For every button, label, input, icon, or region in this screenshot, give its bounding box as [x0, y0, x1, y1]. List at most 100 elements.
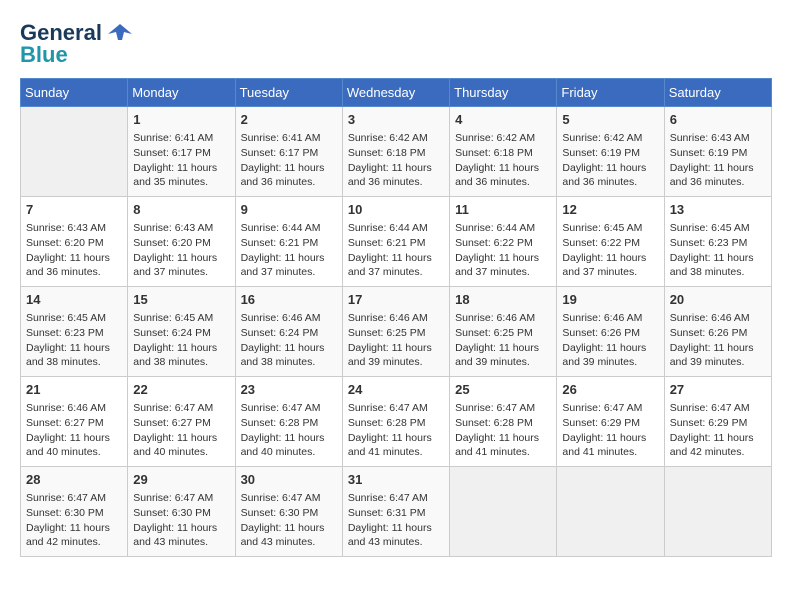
calendar-week-5: 28Sunrise: 6:47 AMSunset: 6:30 PMDayligh…	[21, 467, 772, 557]
cell-text: Sunrise: 6:47 AM	[670, 401, 766, 416]
day-number: 7	[26, 201, 122, 219]
day-number: 6	[670, 111, 766, 129]
day-number: 17	[348, 291, 444, 309]
cell-text: Sunrise: 6:44 AM	[455, 221, 551, 236]
cell-text: and 41 minutes.	[348, 445, 444, 460]
calendar-cell: 8Sunrise: 6:43 AMSunset: 6:20 PMDaylight…	[128, 197, 235, 287]
day-number: 31	[348, 471, 444, 489]
calendar-cell: 15Sunrise: 6:45 AMSunset: 6:24 PMDayligh…	[128, 287, 235, 377]
calendar-cell	[557, 467, 664, 557]
cell-text: and 41 minutes.	[455, 445, 551, 460]
cell-text: and 42 minutes.	[670, 445, 766, 460]
cell-text: and 38 minutes.	[133, 355, 229, 370]
calendar-cell: 19Sunrise: 6:46 AMSunset: 6:26 PMDayligh…	[557, 287, 664, 377]
logo: General Blue	[20, 20, 136, 68]
cell-text: Daylight: 11 hours	[562, 251, 658, 266]
day-number: 12	[562, 201, 658, 219]
cell-text: and 37 minutes.	[455, 265, 551, 280]
cell-text: Sunset: 6:29 PM	[670, 416, 766, 431]
day-number: 18	[455, 291, 551, 309]
cell-text: Daylight: 11 hours	[562, 341, 658, 356]
logo-blue: Blue	[20, 42, 68, 68]
cell-text: Daylight: 11 hours	[348, 341, 444, 356]
cell-text: and 36 minutes.	[348, 175, 444, 190]
day-number: 9	[241, 201, 337, 219]
cell-text: Sunrise: 6:47 AM	[133, 491, 229, 506]
calendar-cell: 7Sunrise: 6:43 AMSunset: 6:20 PMDaylight…	[21, 197, 128, 287]
cell-text: Sunrise: 6:43 AM	[670, 131, 766, 146]
cell-text: and 36 minutes.	[241, 175, 337, 190]
cell-text: Sunrise: 6:45 AM	[26, 311, 122, 326]
day-number: 5	[562, 111, 658, 129]
page-header: General Blue	[20, 20, 772, 68]
day-number: 10	[348, 201, 444, 219]
calendar-cell: 22Sunrise: 6:47 AMSunset: 6:27 PMDayligh…	[128, 377, 235, 467]
cell-text: Daylight: 11 hours	[455, 161, 551, 176]
cell-text: Daylight: 11 hours	[241, 341, 337, 356]
day-number: 27	[670, 381, 766, 399]
cell-text: and 36 minutes.	[562, 175, 658, 190]
cell-text: and 40 minutes.	[26, 445, 122, 460]
day-number: 30	[241, 471, 337, 489]
cell-text: Sunrise: 6:42 AM	[455, 131, 551, 146]
cell-text: and 38 minutes.	[241, 355, 337, 370]
day-number: 16	[241, 291, 337, 309]
cell-text: and 43 minutes.	[133, 535, 229, 550]
cell-text: and 40 minutes.	[241, 445, 337, 460]
day-number: 2	[241, 111, 337, 129]
calendar-cell: 14Sunrise: 6:45 AMSunset: 6:23 PMDayligh…	[21, 287, 128, 377]
cell-text: Sunrise: 6:47 AM	[562, 401, 658, 416]
cell-text: and 39 minutes.	[348, 355, 444, 370]
cell-text: Sunset: 6:20 PM	[26, 236, 122, 251]
day-number: 11	[455, 201, 551, 219]
calendar-cell: 23Sunrise: 6:47 AMSunset: 6:28 PMDayligh…	[235, 377, 342, 467]
cell-text: Sunrise: 6:46 AM	[26, 401, 122, 416]
cell-text: Daylight: 11 hours	[455, 251, 551, 266]
cell-text: Daylight: 11 hours	[670, 431, 766, 446]
cell-text: Sunset: 6:17 PM	[241, 146, 337, 161]
cell-text: Sunset: 6:19 PM	[670, 146, 766, 161]
calendar-cell: 24Sunrise: 6:47 AMSunset: 6:28 PMDayligh…	[342, 377, 449, 467]
cell-text: and 36 minutes.	[670, 175, 766, 190]
cell-text: Daylight: 11 hours	[133, 341, 229, 356]
day-number: 24	[348, 381, 444, 399]
cell-text: Sunrise: 6:43 AM	[26, 221, 122, 236]
cell-text: and 35 minutes.	[133, 175, 229, 190]
cell-text: and 39 minutes.	[562, 355, 658, 370]
cell-text: Daylight: 11 hours	[133, 431, 229, 446]
cell-text: and 39 minutes.	[670, 355, 766, 370]
calendar-week-2: 7Sunrise: 6:43 AMSunset: 6:20 PMDaylight…	[21, 197, 772, 287]
cell-text: Sunrise: 6:47 AM	[133, 401, 229, 416]
day-number: 1	[133, 111, 229, 129]
cell-text: Sunset: 6:27 PM	[133, 416, 229, 431]
calendar-cell: 18Sunrise: 6:46 AMSunset: 6:25 PMDayligh…	[450, 287, 557, 377]
cell-text: Sunrise: 6:47 AM	[26, 491, 122, 506]
cell-text: Sunset: 6:22 PM	[562, 236, 658, 251]
weekday-header-friday: Friday	[557, 79, 664, 107]
weekday-header-tuesday: Tuesday	[235, 79, 342, 107]
cell-text: Daylight: 11 hours	[348, 431, 444, 446]
cell-text: Sunset: 6:22 PM	[455, 236, 551, 251]
weekday-header-wednesday: Wednesday	[342, 79, 449, 107]
calendar-cell: 26Sunrise: 6:47 AMSunset: 6:29 PMDayligh…	[557, 377, 664, 467]
cell-text: Sunset: 6:26 PM	[670, 326, 766, 341]
cell-text: Sunrise: 6:47 AM	[241, 491, 337, 506]
calendar-cell: 20Sunrise: 6:46 AMSunset: 6:26 PMDayligh…	[664, 287, 771, 377]
calendar-cell: 29Sunrise: 6:47 AMSunset: 6:30 PMDayligh…	[128, 467, 235, 557]
weekday-header-sunday: Sunday	[21, 79, 128, 107]
cell-text: Sunset: 6:23 PM	[26, 326, 122, 341]
day-number: 4	[455, 111, 551, 129]
day-number: 25	[455, 381, 551, 399]
cell-text: Sunset: 6:28 PM	[348, 416, 444, 431]
calendar-cell	[450, 467, 557, 557]
calendar-cell: 5Sunrise: 6:42 AMSunset: 6:19 PMDaylight…	[557, 107, 664, 197]
cell-text: and 41 minutes.	[562, 445, 658, 460]
cell-text: Sunrise: 6:42 AM	[562, 131, 658, 146]
cell-text: Sunrise: 6:47 AM	[455, 401, 551, 416]
calendar-week-1: 1Sunrise: 6:41 AMSunset: 6:17 PMDaylight…	[21, 107, 772, 197]
cell-text: Sunset: 6:20 PM	[133, 236, 229, 251]
cell-text: Sunset: 6:25 PM	[455, 326, 551, 341]
cell-text: Sunset: 6:26 PM	[562, 326, 658, 341]
calendar-cell: 3Sunrise: 6:42 AMSunset: 6:18 PMDaylight…	[342, 107, 449, 197]
cell-text: Daylight: 11 hours	[348, 521, 444, 536]
